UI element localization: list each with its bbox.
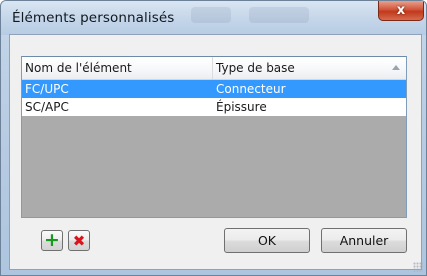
sort-ascending-icon xyxy=(392,65,400,70)
column-header-type[interactable]: Type de base xyxy=(213,57,406,79)
cell-type: Connecteur xyxy=(216,82,286,96)
window-title: Éléments personnalisés xyxy=(12,10,175,26)
close-icon: x xyxy=(396,3,406,18)
resize-grip[interactable] xyxy=(413,262,423,272)
cancel-button[interactable]: Annuler xyxy=(321,228,407,253)
list-row[interactable]: SC/APC Épissure xyxy=(22,98,406,116)
delete-element-button[interactable]: ✖ xyxy=(68,230,90,251)
list-empty-area[interactable] xyxy=(22,116,406,217)
cell-name: FC/UPC xyxy=(25,82,69,96)
list-header: Nom de l'élément Type de base xyxy=(22,57,406,80)
ok-button[interactable]: OK xyxy=(224,228,310,253)
add-element-button[interactable]: + xyxy=(41,230,63,251)
column-header-type-label: Type de base xyxy=(216,61,295,75)
elements-list[interactable]: Nom de l'élément Type de base FC/UPC Con… xyxy=(21,56,407,218)
titlebar-decoration xyxy=(191,7,231,23)
titlebar-decoration xyxy=(249,7,309,23)
column-header-name[interactable]: Nom de l'élément xyxy=(22,57,213,79)
delete-x-icon: ✖ xyxy=(72,232,86,250)
title-bar[interactable]: Éléments personnalisés x xyxy=(1,1,426,35)
plus-icon: + xyxy=(44,229,60,251)
cell-name: SC/APC xyxy=(25,100,69,114)
dialog-window: Éléments personnalisés x Nom de l'élémen… xyxy=(0,0,427,276)
cell-type: Épissure xyxy=(216,100,267,114)
close-button[interactable]: x xyxy=(378,1,424,21)
list-row[interactable]: FC/UPC Connecteur xyxy=(22,80,406,98)
